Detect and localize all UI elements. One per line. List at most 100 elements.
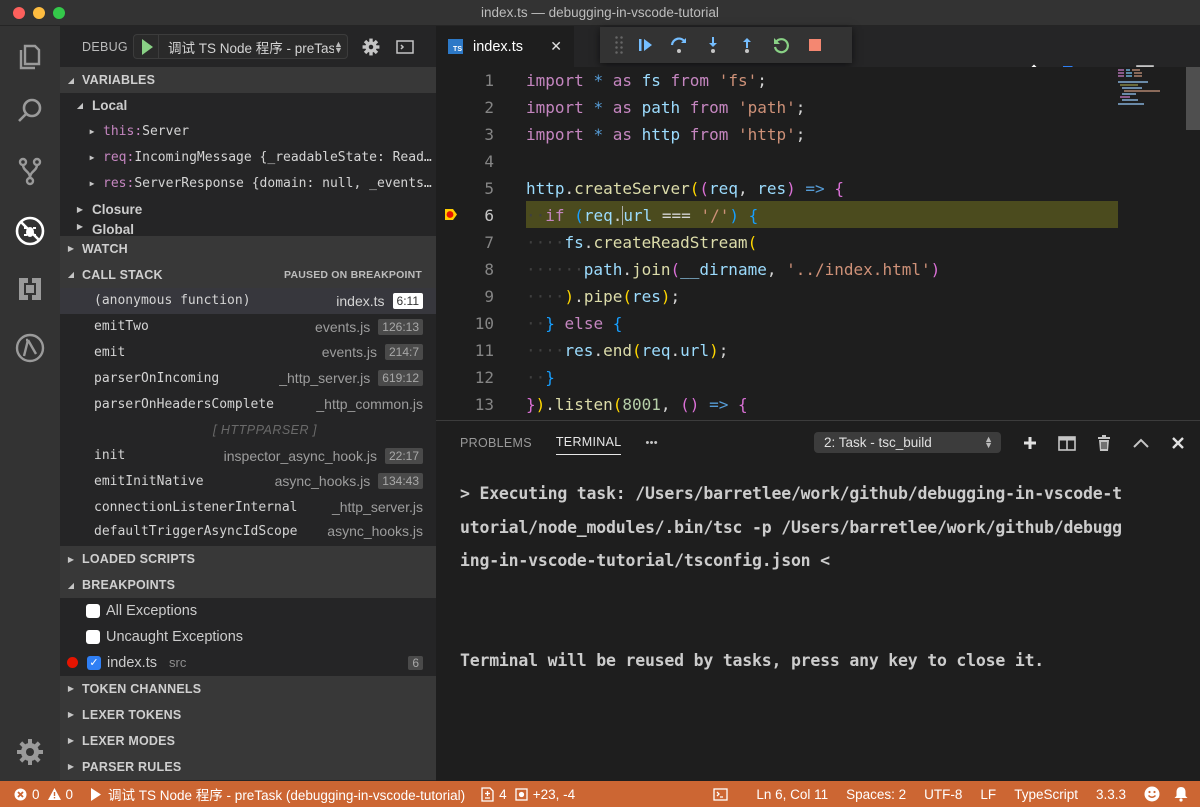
collapsed-icon: ▶ xyxy=(76,221,84,231)
step-over-icon[interactable] xyxy=(662,27,696,63)
lexer-tokens-section-header[interactable]: ▶ LEXER TOKENS xyxy=(60,701,436,728)
tab-label: index.ts xyxy=(473,38,523,55)
bottom-panel: PROBLEMS TERMINAL ••• 2: Task - tsc_buil… xyxy=(436,420,1200,781)
variable-row[interactable]: ▶ req: IncomingMessage {_readableState: … xyxy=(60,145,436,171)
collapsed-icon: ▶ xyxy=(89,152,95,162)
terminal-line: utorial/node_modules/.bin/tsc -p /Users/… xyxy=(460,518,1122,537)
stack-frame[interactable]: emitTwo events.js 126:13 xyxy=(60,314,436,340)
add-icon[interactable] xyxy=(1011,431,1048,455)
variable-name: res xyxy=(103,175,127,191)
indentation[interactable]: Spaces: 2 xyxy=(846,787,906,802)
source-control-icon[interactable] xyxy=(10,151,50,191)
search-icon[interactable] xyxy=(10,91,50,131)
step-out-icon[interactable] xyxy=(730,27,764,63)
frame-function: defaultTriggerAsyncIdScope xyxy=(94,523,298,539)
frame-function: emitInitNative xyxy=(94,473,204,489)
stack-frame[interactable]: emit events.js 214:7 xyxy=(60,340,436,366)
split-terminal-icon[interactable] xyxy=(1048,431,1085,455)
scope-global[interactable]: ▶ Global xyxy=(60,222,436,236)
changed-files-status[interactable]: 4 +23, -4 xyxy=(481,787,575,802)
code-editor[interactable]: 1 import * as fs from 'fs'; 2 import * a… xyxy=(436,67,1200,420)
close-panel-icon[interactable] xyxy=(1159,431,1196,455)
debug-config-status[interactable]: 调试 TS Node 程序 - preTask (debugging-in-vs… xyxy=(91,784,465,804)
breakpoints-section-header[interactable]: ◢ BREAKPOINTS xyxy=(60,572,436,599)
tab-index-ts[interactable]: TS index.ts ✕ xyxy=(436,26,574,67)
breakpoint-index-ts[interactable]: ✓ index.ts src 6 xyxy=(60,650,436,676)
checkbox-checked[interactable]: ✓ xyxy=(87,655,101,670)
collapsed-icon: ▶ xyxy=(67,684,75,694)
encoding[interactable]: UTF-8 xyxy=(924,787,962,802)
debug-config-label: 调试 TS Node 程序 - preTask (debugging-in-vs… xyxy=(108,788,466,803)
tab-terminal[interactable]: TERMINAL xyxy=(555,430,622,455)
terminal-select[interactable]: 2: Task - tsc_build ▲ ▼ xyxy=(814,432,1001,453)
scope-local[interactable]: ◢ Local xyxy=(60,93,436,119)
tab-problems[interactable]: PROBLEMS xyxy=(460,421,532,464)
checkbox[interactable] xyxy=(86,604,100,619)
stack-frame[interactable]: parserOnIncoming _http_server.js 619:12 xyxy=(60,365,436,391)
terminal-status[interactable] xyxy=(713,787,728,801)
variables-section-header[interactable]: ◢ VARIABLES xyxy=(60,67,436,93)
line-number: 7 xyxy=(484,233,494,252)
drag-handle-icon[interactable] xyxy=(610,27,628,63)
breakpoint-label: Uncaught Exceptions xyxy=(106,628,244,645)
extensions-icon[interactable] xyxy=(10,269,50,309)
no-bug-icon[interactable] xyxy=(10,211,50,251)
continue-icon[interactable] xyxy=(628,27,662,63)
problems-status[interactable]: 0 0 xyxy=(14,787,73,802)
language-mode[interactable]: TypeScript xyxy=(1014,787,1078,802)
call-stack-section-header[interactable]: ◢ CALL STACK PAUSED ON BREAKPOINT xyxy=(60,261,436,288)
stack-frame[interactable]: defaultTriggerAsyncIdScope async_hooks.j… xyxy=(60,520,436,542)
breakpoint-all-exceptions[interactable]: All Exceptions xyxy=(60,598,436,624)
section-title: LEXER TOKENS xyxy=(82,707,182,722)
line-number: 3 xyxy=(484,125,494,144)
stop-icon[interactable] xyxy=(798,27,832,63)
variable-row[interactable]: ▶ res: ServerResponse {domain: null, _ev… xyxy=(60,170,436,196)
debug-config-select[interactable]: 调试 TS Node 程序 - preTas ▲ ▼ xyxy=(132,34,348,59)
notifications-bell-icon[interactable] xyxy=(1174,786,1188,802)
breakpoint-uncaught-exceptions[interactable]: Uncaught Exceptions xyxy=(60,624,436,650)
close-icon[interactable]: ✕ xyxy=(550,38,562,55)
editor-scrollbar[interactable] xyxy=(1186,67,1200,420)
watch-section-header[interactable]: ▶ WATCH xyxy=(60,235,436,262)
scrollbar-thumb[interactable] xyxy=(1186,67,1200,130)
line-number: 11 xyxy=(474,341,494,360)
typescript-file-icon: TS xyxy=(448,39,463,54)
cursor-position[interactable]: Ln 6, Col 11 xyxy=(756,787,828,802)
antlr-icon[interactable] xyxy=(10,328,50,368)
stack-frame[interactable]: (anonymous function) index.ts 6:11 xyxy=(60,287,436,314)
ts-version[interactable]: 3.3.3 xyxy=(1096,787,1126,802)
frame-function: init xyxy=(94,448,126,464)
trash-icon[interactable] xyxy=(1085,431,1122,455)
feedback-smiley-icon[interactable] xyxy=(1144,786,1160,802)
maximize-panel-icon[interactable] xyxy=(1122,431,1159,455)
token-channels-section-header[interactable]: ▶ TOKEN CHANNELS xyxy=(60,675,436,702)
parser-rules-section-header[interactable]: ▶ PARSER RULES xyxy=(60,753,436,780)
end-of-line[interactable]: LF xyxy=(980,787,996,802)
stack-frame[interactable]: parserOnHeadersComplete _http_common.js xyxy=(60,391,436,417)
stack-frame[interactable]: emitInitNative async_hooks.js 134:43 xyxy=(60,469,436,495)
checkbox[interactable] xyxy=(86,629,100,644)
lexer-modes-section-header[interactable]: ▶ LEXER MODES xyxy=(60,727,436,754)
variable-row[interactable]: ▶ this: Server xyxy=(60,119,436,145)
files-icon[interactable] xyxy=(10,36,50,76)
breakpoint-label: index.ts xyxy=(107,654,157,671)
debug-console-icon[interactable] xyxy=(394,36,416,58)
gear-icon[interactable] xyxy=(10,732,50,772)
start-debugging-button[interactable] xyxy=(134,35,159,58)
select-arrows-icon: ▲ ▼ xyxy=(984,434,993,450)
step-into-icon[interactable] xyxy=(696,27,730,63)
scope-label: Local xyxy=(92,98,128,114)
restart-icon[interactable] xyxy=(764,27,798,63)
activity-bar xyxy=(0,26,60,781)
scope-closure[interactable]: ▶ Closure xyxy=(60,196,436,222)
minimap[interactable] xyxy=(1118,67,1182,107)
gear-icon[interactable] xyxy=(360,36,382,58)
terminal-select-value: 2: Task - tsc_build xyxy=(824,435,932,450)
stack-frame[interactable]: init inspector_async_hook.js 22:17 xyxy=(60,443,436,469)
debug-toolbar-header: DEBUG 调试 TS Node 程序 - preTas ▲ ▼ xyxy=(60,26,436,67)
loaded-scripts-section-header[interactable]: ▶ LOADED SCRIPTS xyxy=(60,546,436,573)
more-icon[interactable]: ••• xyxy=(645,421,657,464)
frame-function: (anonymous function) xyxy=(94,293,251,309)
stack-frame[interactable]: connectionListenerInternal _http_server.… xyxy=(60,494,436,520)
warning-icon xyxy=(47,788,61,800)
